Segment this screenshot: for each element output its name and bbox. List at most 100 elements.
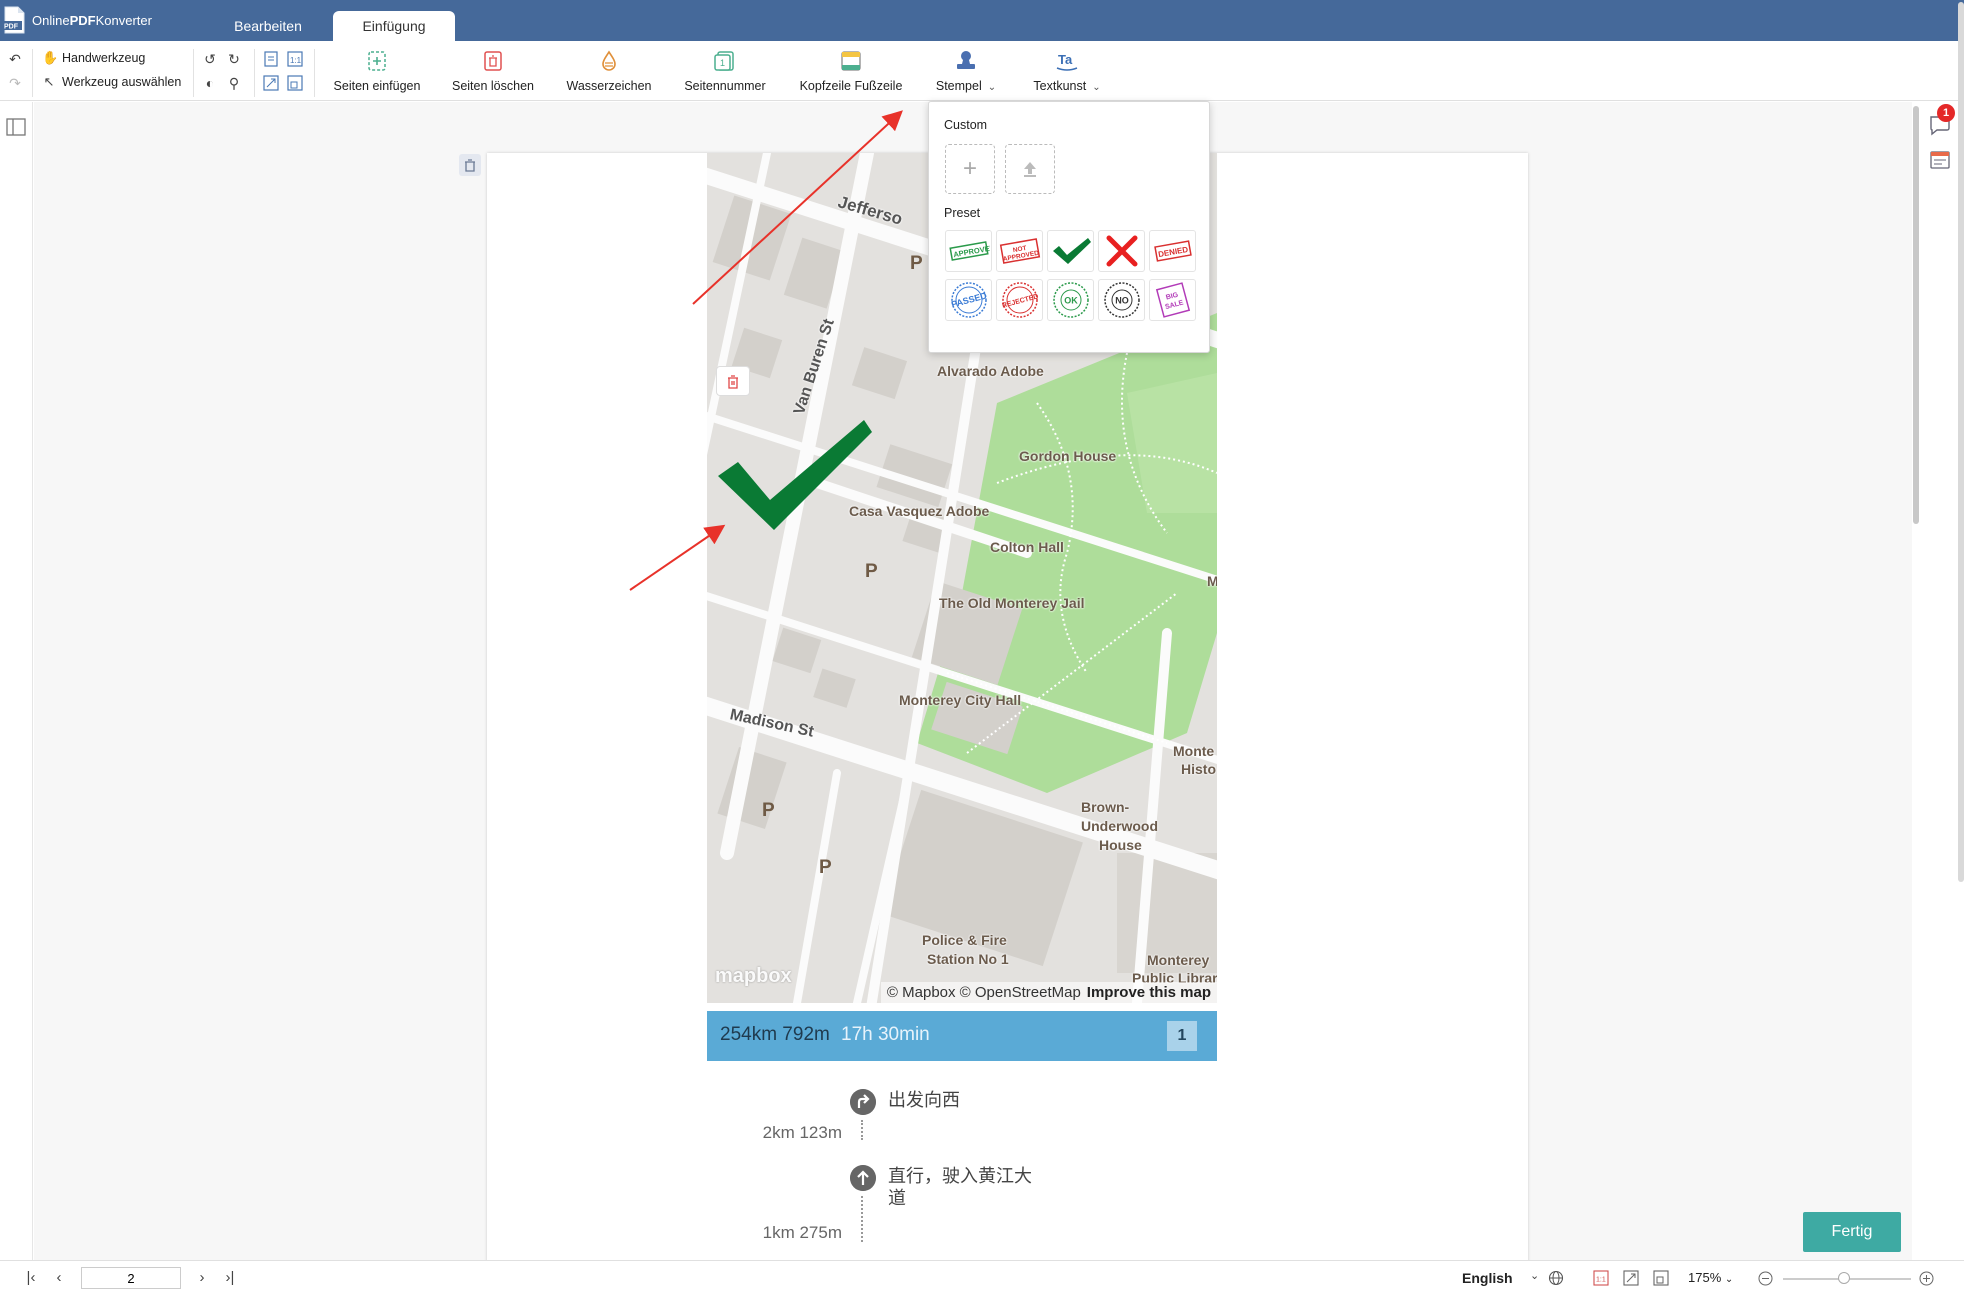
last-page-icon[interactable]: ›| — [221, 1269, 239, 1287]
map-label: Colton Hall — [990, 539, 1064, 555]
actual-size-icon[interactable]: 1:1 — [1593, 1270, 1609, 1286]
turn-right-icon — [850, 1089, 876, 1115]
tab-bearbeiten[interactable]: Bearbeiten — [218, 11, 318, 41]
improve-map-link[interactable]: Improve this map — [1087, 984, 1211, 1001]
svg-text:1: 1 — [720, 58, 725, 68]
hand-icon: ✋ — [42, 50, 59, 65]
chevron-down-icon: ⌄ — [987, 82, 997, 93]
zoom-level[interactable]: 175% ⌄ — [1688, 1270, 1733, 1285]
parking-icon: P — [910, 253, 923, 274]
fit-page-icon[interactable] — [1623, 1270, 1639, 1286]
stamp-dropdown: Custom + Preset APPROVED NOT APPROVED DEN… — [928, 101, 1210, 353]
watermark-button[interactable]: Wasserzeichen — [562, 47, 656, 97]
pdf-logo-icon: PDF — [2, 6, 25, 34]
preset-approved-stamp[interactable]: APPROVED — [945, 230, 992, 272]
upload-icon — [1024, 162, 1036, 177]
insert-page-icon — [368, 51, 386, 71]
contrast-icon[interactable]: ◐ — [201, 74, 219, 92]
rotate-right-icon[interactable]: ↻ — [225, 50, 243, 68]
first-page-icon[interactable]: |‹ — [22, 1269, 40, 1287]
delete-pages-button[interactable]: Seiten löschen — [446, 47, 540, 97]
route-dotted-line — [861, 1120, 863, 1140]
zoom-slider-handle[interactable] — [1838, 1272, 1851, 1284]
zoom-out-icon[interactable] — [1758, 1271, 1773, 1286]
preset-cross-stamp[interactable] — [1098, 230, 1145, 272]
delete-page-icon — [484, 51, 502, 71]
route-dotted-line — [861, 1196, 863, 1242]
route-header: 254km 792m 17h 30min 1 — [707, 1011, 1217, 1061]
route-step-distance: 2km 123m — [762, 1123, 842, 1142]
svg-text:PDF: PDF — [4, 24, 19, 31]
fertig-button[interactable]: Fertig — [1803, 1212, 1901, 1252]
select-tool[interactable]: ↖ Werkzeug auswählen — [42, 74, 182, 90]
svg-text:1:1: 1:1 — [1596, 1277, 1606, 1284]
stamp-delete-icon[interactable] — [716, 366, 750, 396]
svg-text:1:1: 1:1 — [290, 56, 302, 65]
attribution-text: © Mapbox © OpenStreetMap — [886, 984, 1081, 1001]
preset-denied-stamp[interactable]: DENIED — [1149, 230, 1196, 272]
svg-text:OK: OK — [1064, 296, 1078, 306]
rotate-left-icon[interactable]: ↺ — [201, 50, 219, 68]
preset-not-approved-stamp[interactable]: NOT APPROVED — [996, 230, 1043, 272]
fit-page-icon[interactable] — [262, 74, 280, 92]
preset-big-sale-stamp[interactable]: BIG SALE — [1149, 279, 1196, 321]
next-page-icon[interactable]: › — [193, 1269, 211, 1287]
hand-tool[interactable]: ✋ Handwerkzeug — [42, 50, 145, 66]
separator — [32, 49, 33, 97]
header-footer-icon — [841, 51, 861, 71]
insert-pages-label: Seiten einfügen — [333, 79, 421, 93]
add-custom-stamp-button[interactable]: + — [945, 144, 995, 194]
actual-size-icon[interactable]: 1:1 — [286, 50, 304, 68]
page-number-button[interactable]: 1 Seitennummer — [678, 47, 772, 97]
preset-heading: Preset — [944, 206, 981, 220]
preset-check-stamp[interactable] — [1047, 230, 1094, 272]
chevron-down-icon[interactable]: ⌄ — [1530, 1269, 1539, 1282]
zoom-in-icon[interactable] — [1919, 1271, 1934, 1286]
window-scrollbar[interactable] — [1958, 2, 1964, 882]
preset-no-stamp[interactable]: NO — [1098, 279, 1145, 321]
preset-rejected-stamp[interactable]: REJECTED — [996, 279, 1043, 321]
header-footer-button[interactable]: Kopfzeile Fußzeile — [794, 47, 908, 97]
separator — [193, 49, 194, 97]
map-label: The Old Monterey Jail — [939, 595, 1085, 611]
fit-width-icon[interactable] — [1653, 1270, 1669, 1286]
undo-icon[interactable]: ↶ — [6, 50, 24, 68]
svg-text:Ta: Ta — [1058, 52, 1073, 67]
route-step-distance: 1km 275m — [762, 1223, 842, 1242]
route-step-text: 道 — [888, 1188, 906, 1208]
straight-arrow-icon — [850, 1165, 876, 1191]
insert-pages-button[interactable]: Seiten einfügen — [330, 47, 424, 97]
page-number-input[interactable] — [81, 1267, 181, 1289]
stamp-label: Stempel — [935, 79, 982, 93]
language-select[interactable]: English — [1462, 1270, 1513, 1286]
prev-page-icon[interactable]: ‹ — [50, 1269, 68, 1287]
redo-icon[interactable]: ↷ — [6, 74, 24, 92]
single-page-icon[interactable] — [262, 50, 280, 68]
preset-ok-stamp[interactable]: OK — [1047, 279, 1094, 321]
parking-icon: P — [762, 800, 775, 821]
route-step-text: 直行，驶入黄江大 — [888, 1166, 1032, 1186]
page-delete-icon[interactable] — [459, 154, 481, 176]
app-title: OnlinePDFKonverter — [32, 13, 152, 28]
stamp-button[interactable]: Stempel ⌄ — [926, 47, 1006, 97]
stamp-icon — [957, 51, 975, 69]
tab-einfuegung[interactable]: Einfügung — [333, 11, 455, 41]
globe-icon[interactable] — [1548, 1270, 1564, 1286]
upload-stamp-button[interactable] — [1005, 144, 1055, 194]
document-scrollbar[interactable] — [1913, 106, 1919, 524]
route-step-text: 出发向西 — [888, 1090, 960, 1110]
map-label: House — [1099, 837, 1142, 853]
map-attribution[interactable]: © Mapbox © OpenStreetMap Improve this map — [880, 982, 1217, 1003]
checkmark-stamp[interactable] — [712, 418, 872, 538]
fit-width-icon[interactable] — [286, 74, 304, 92]
mapbox-logo: mapbox — [715, 965, 792, 987]
watermark-label: Wasserzeichen — [566, 79, 652, 93]
preset-passed-stamp[interactable]: PASSED — [945, 279, 992, 321]
map-label: Histo — [1181, 761, 1216, 777]
search-icon[interactable]: ⚲ — [225, 74, 243, 92]
text-art-button[interactable]: Ta Textkunst ⌄ — [1024, 47, 1110, 97]
parking-icon: P — [865, 561, 878, 582]
sidebar-toggle-icon[interactable] — [6, 117, 26, 137]
text-art-icon: Ta — [1056, 52, 1078, 71]
form-icon[interactable] — [1930, 150, 1950, 170]
